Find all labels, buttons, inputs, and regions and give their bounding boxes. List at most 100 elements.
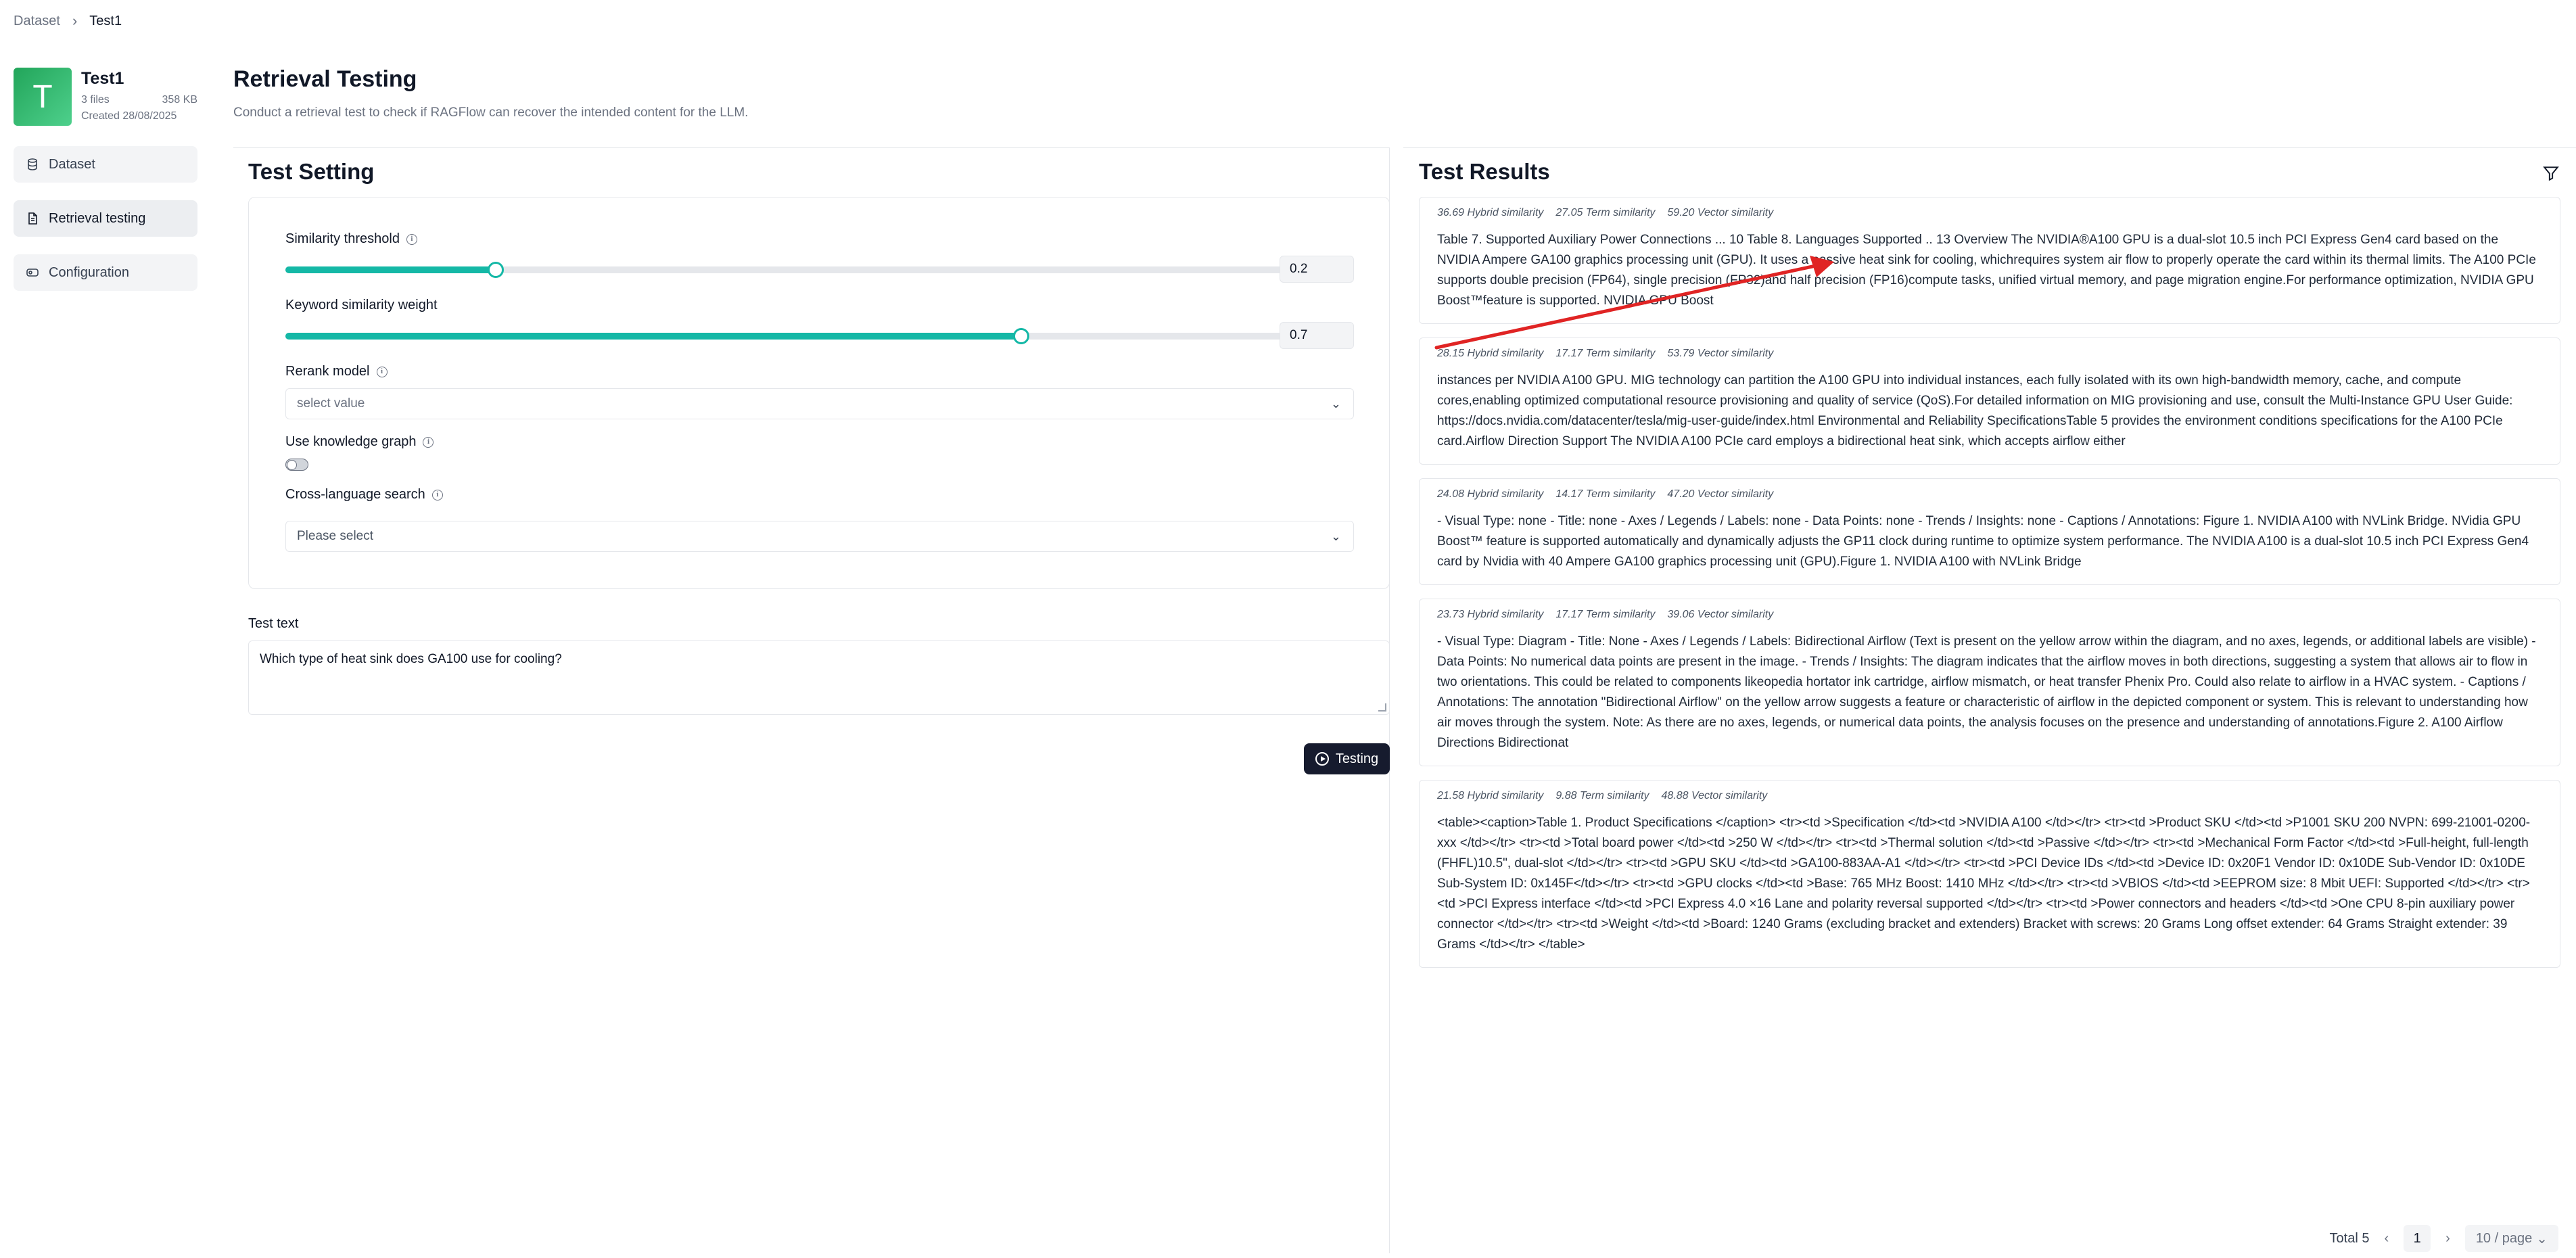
result-text: - Visual Type: Diagram - Title: None - A… — [1437, 634, 2536, 750]
info-icon[interactable]: i — [431, 489, 443, 500]
rerank-model-label: Rerank model i — [285, 364, 388, 379]
rerank-model-placeholder: select value — [297, 396, 365, 411]
result-scores: 24.08 Hybrid similarity 14.17 Term simil… — [1437, 488, 2542, 500]
next-page-button[interactable]: › — [2445, 1231, 2450, 1247]
result-card[interactable]: 23.73 Hybrid similarity 17.17 Term simil… — [1419, 599, 2560, 766]
slider-thumb[interactable] — [487, 262, 504, 278]
result-text: instances per NVIDIA A100 GPU. MIG techn… — [1437, 373, 2513, 448]
hybrid-similarity: 24.08 Hybrid similarity — [1437, 488, 1544, 500]
filter-icon[interactable] — [2542, 164, 2560, 182]
result-card[interactable]: 24.08 Hybrid similarity 14.17 Term simil… — [1419, 478, 2560, 585]
test-text-input[interactable]: Which type of heat sink does GA100 use f… — [248, 640, 1390, 715]
result-card[interactable]: 21.58 Hybrid similarity 9.88 Term simila… — [1419, 780, 2560, 968]
knowledge-graph-label: Use knowledge graph i — [285, 434, 434, 450]
cross-language-placeholder: Please select — [297, 529, 374, 543]
dataset-meta: 3 files 358 KB — [81, 94, 197, 106]
info-icon[interactable]: i — [376, 366, 388, 377]
dataset-name: Test1 — [81, 69, 124, 88]
breadcrumb: Dataset › Test1 — [14, 12, 122, 30]
hybrid-similarity: 23.73 Hybrid similarity — [1437, 609, 1544, 620]
page-size-select[interactable]: 10 / page ⌄ — [2464, 1225, 2558, 1252]
page-number-button[interactable]: 1 — [2404, 1225, 2431, 1252]
term-similarity: 27.05 Term similarity — [1555, 207, 1656, 218]
sidebar-item-label: Configuration — [49, 264, 129, 280]
cross-language-text: Cross-language search — [285, 487, 425, 502]
term-similarity: 17.17 Term similarity — [1555, 348, 1656, 359]
term-similarity: 9.88 Term similarity — [1555, 790, 1649, 801]
result-card[interactable]: 36.69 Hybrid similarity 27.05 Term simil… — [1419, 197, 2560, 324]
keyword-weight-text: Keyword similarity weight — [285, 298, 438, 312]
test-results-title: Test Results — [1419, 159, 1550, 184]
result-scores: 23.73 Hybrid similarity 17.17 Term simil… — [1437, 609, 2542, 621]
hybrid-similarity: 28.15 Hybrid similarity — [1437, 348, 1544, 359]
result-scores: 28.15 Hybrid similarity 17.17 Term simil… — [1437, 348, 2542, 360]
result-list: 36.69 Hybrid similarity 27.05 Term simil… — [1419, 197, 2560, 981]
chevron-down-icon: ⌄ — [1330, 530, 1341, 543]
test-results-panel: Test Results 36.69 Hybrid similarity 27.… — [1403, 147, 2576, 1253]
testing-button[interactable]: Testing — [1304, 743, 1390, 774]
slider-thumb[interactable] — [1012, 328, 1029, 344]
vector-similarity: 48.88 Vector similarity — [1661, 790, 1768, 801]
sidebar-item-dataset[interactable]: Dataset — [14, 146, 197, 183]
dataset-avatar: T — [14, 68, 72, 126]
vector-similarity: 47.20 Vector similarity — [1667, 488, 1774, 500]
sidebar-item-label: Retrieval testing — [49, 210, 146, 226]
resize-handle[interactable] — [1378, 703, 1386, 712]
info-icon[interactable]: i — [423, 436, 434, 448]
result-scores: 36.69 Hybrid similarity 27.05 Term simil… — [1437, 207, 2542, 219]
hybrid-similarity: 21.58 Hybrid similarity — [1437, 790, 1544, 801]
result-scores: 21.58 Hybrid similarity 9.88 Term simila… — [1437, 790, 2542, 802]
test-setting-title: Test Setting — [248, 159, 375, 184]
result-card[interactable]: 28.15 Hybrid similarity 17.17 Term simil… — [1419, 337, 2560, 465]
result-text: - Visual Type: none - Title: none - Axes… — [1437, 514, 2529, 569]
file-text-icon — [28, 212, 37, 225]
database-icon — [28, 158, 37, 170]
prev-page-button[interactable]: ‹ — [2384, 1231, 2389, 1247]
sidebar-item-label: Dataset — [49, 156, 95, 172]
test-text-value: Which type of heat sink does GA100 use f… — [260, 652, 562, 666]
chevron-down-icon: ⌄ — [2536, 1231, 2548, 1247]
dataset-size: 358 KB — [162, 94, 197, 106]
hybrid-similarity: 36.69 Hybrid similarity — [1437, 207, 1544, 218]
dataset-created-date: Created 28/08/2025 — [81, 110, 177, 122]
knowledge-graph-toggle[interactable] — [285, 459, 308, 471]
cross-language-label: Cross-language search i — [285, 487, 443, 503]
rerank-model-text: Rerank model — [285, 364, 370, 379]
term-similarity: 14.17 Term similarity — [1555, 488, 1656, 500]
chevron-down-icon: ⌄ — [1330, 397, 1341, 411]
sidebar-item-retrieval-testing[interactable]: Retrieval testing — [14, 200, 197, 237]
play-circle-icon — [1315, 752, 1329, 766]
test-text-label: Test text — [248, 616, 299, 631]
settings-form: Similarity threshold i 0.2 Keyword simil… — [248, 197, 1390, 589]
slider-fill — [285, 266, 496, 273]
similarity-threshold-label: Similarity threshold i — [285, 231, 417, 247]
breadcrumb-dataset-link[interactable]: Dataset — [14, 14, 60, 29]
page-title: Retrieval Testing — [233, 66, 417, 92]
cross-language-select[interactable]: Please select ⌄ — [285, 521, 1354, 552]
info-icon[interactable]: i — [406, 233, 417, 245]
dataset-file-count: 3 files — [81, 94, 110, 106]
keyword-weight-label: Keyword similarity weight — [285, 298, 438, 313]
dataset-info: Test1 3 files 358 KB Created 28/08/2025 — [81, 68, 197, 122]
pagination-total: Total 5 — [2329, 1230, 2370, 1246]
similarity-threshold-input[interactable]: 0.2 — [1280, 256, 1354, 283]
vector-similarity: 39.06 Vector similarity — [1667, 609, 1774, 620]
breadcrumb-separator: › — [72, 12, 78, 29]
similarity-threshold-slider[interactable] — [285, 262, 1336, 278]
keyword-weight-slider[interactable] — [285, 328, 1336, 344]
page-size-value: 10 / page — [2475, 1230, 2533, 1246]
test-setting-panel: Test Setting Similarity threshold i 0.2 … — [233, 147, 1390, 1253]
sidebar-item-configuration[interactable]: Configuration — [14, 254, 197, 291]
dataset-card: T Test1 3 files 358 KB Created 28/08/202… — [14, 68, 197, 126]
rerank-model-select[interactable]: select value ⌄ — [285, 388, 1354, 419]
keyword-weight-input[interactable]: 0.7 — [1280, 322, 1354, 349]
page-subtitle: Conduct a retrieval test to check if RAG… — [233, 106, 749, 120]
sidebar-nav: Dataset Retrieval testing Configuration — [14, 146, 197, 291]
settings-toggle-icon — [26, 269, 39, 277]
result-text: Table 7. Supported Auxiliary Power Conne… — [1437, 233, 2536, 308]
similarity-threshold-text: Similarity threshold — [285, 231, 400, 246]
vector-similarity: 59.20 Vector similarity — [1667, 207, 1774, 218]
breadcrumb-current: Test1 — [89, 13, 122, 28]
pagination: Total 5 ‹ 1 › 10 / page ⌄ — [2330, 1225, 2558, 1252]
slider-fill — [285, 333, 1021, 340]
